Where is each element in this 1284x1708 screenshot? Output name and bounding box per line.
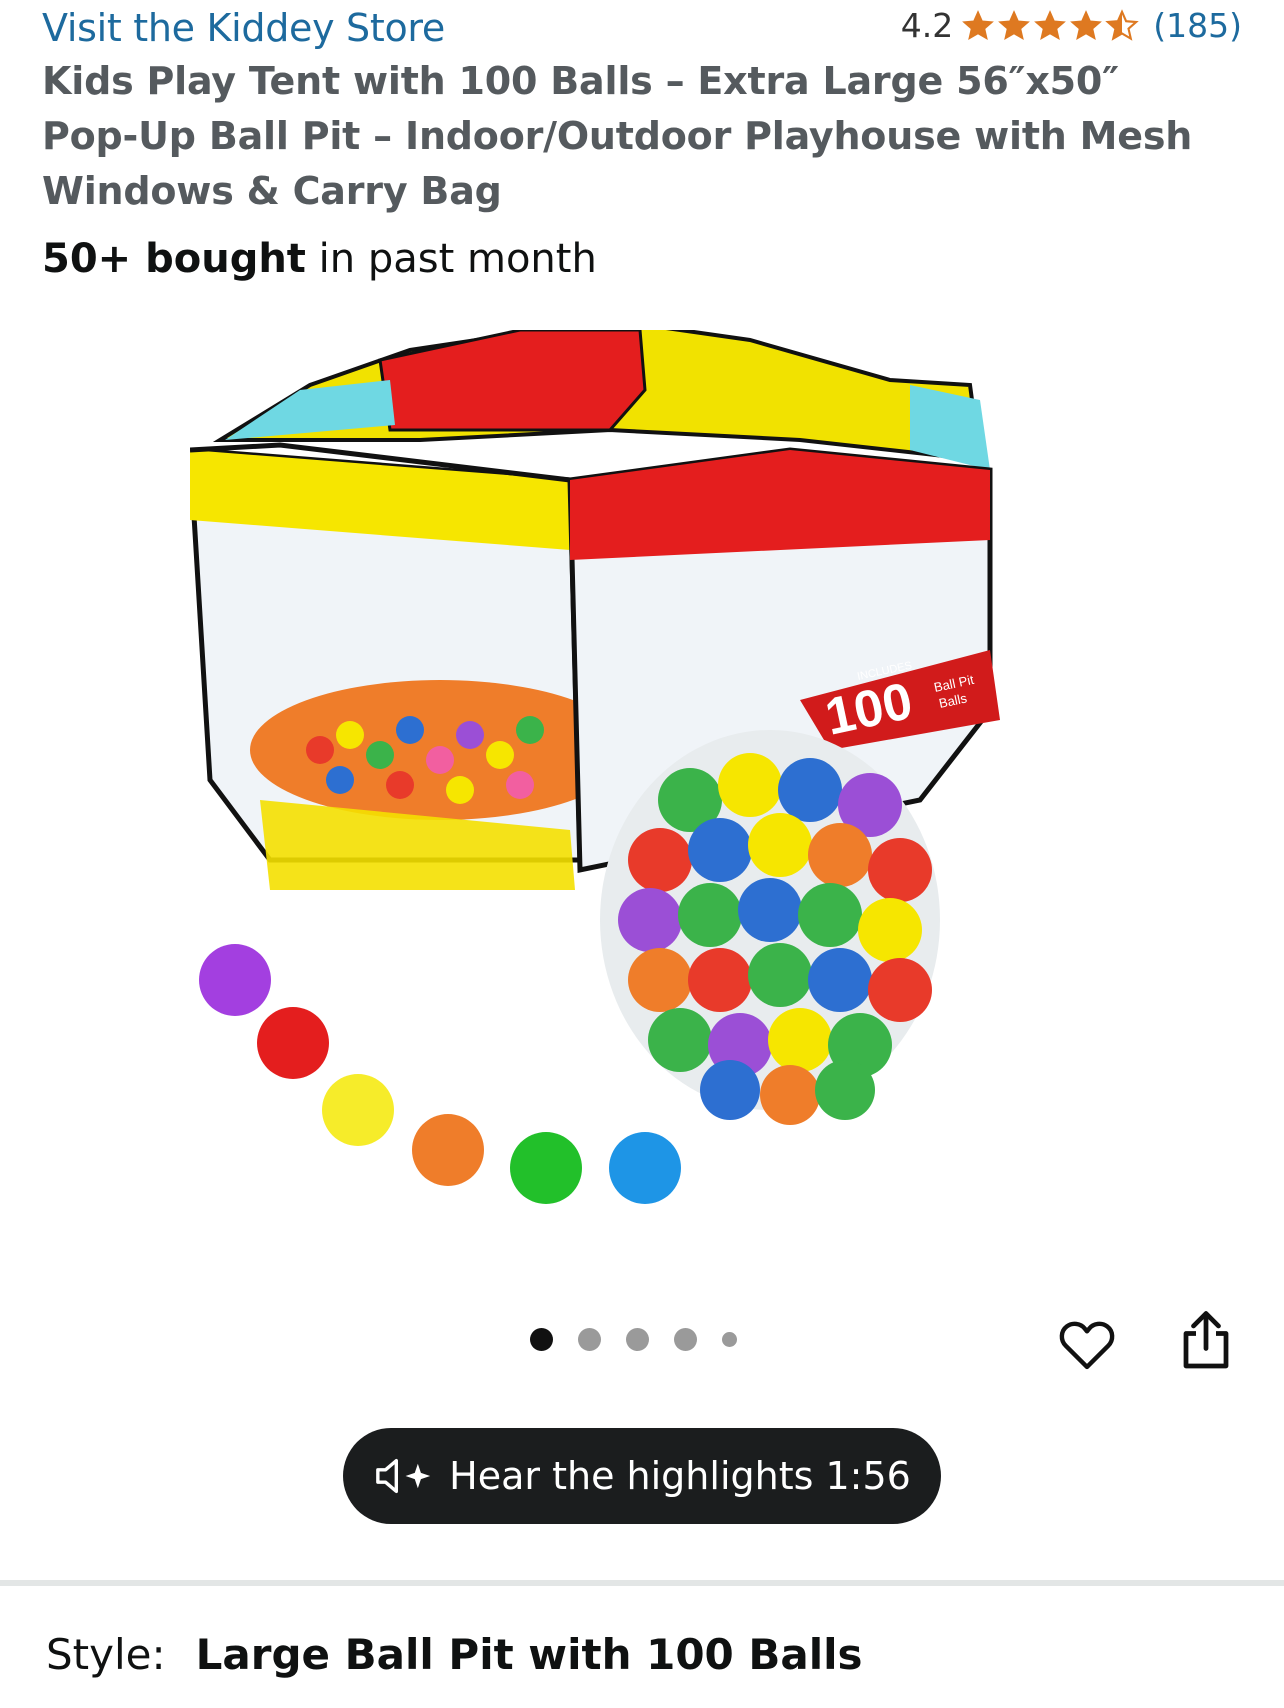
purchase-count-rest: in past month: [305, 236, 597, 282]
style-value: Large Ball Pit with 100 Balls: [195, 1630, 863, 1679]
favorite-button[interactable]: [1056, 1314, 1118, 1376]
purchase-count-bold: 50+ bought: [42, 236, 306, 282]
product-image[interactable]: INCLUDES 100 Ball Pit Balls: [190, 330, 1100, 1210]
rating-summary[interactable]: 4.2 (185): [901, 6, 1242, 45]
carousel-dot-1[interactable]: [530, 1328, 553, 1351]
rating-count-link[interactable]: (185): [1153, 6, 1242, 45]
carousel-dot-2[interactable]: [578, 1328, 601, 1351]
purchase-count: 50+ bought in past month: [42, 236, 597, 282]
hear-highlights-button[interactable]: Hear the highlights 1:56: [343, 1428, 941, 1524]
style-selector: Style: Large Ball Pit with 100 Balls: [46, 1630, 863, 1679]
store-rating-row: Visit the Kiddey Store 4.2 (185): [42, 4, 1242, 52]
star-icon: [998, 9, 1031, 40]
product-title: Kids Play Tent with 100 Balls – Extra La…: [42, 59, 1193, 213]
section-divider: [0, 1580, 1284, 1586]
carousel-dot-3[interactable]: [626, 1328, 649, 1351]
hear-highlights-label: Hear the highlights 1:56: [449, 1454, 911, 1498]
carousel-dot-4[interactable]: [674, 1328, 697, 1351]
star-rating: [961, 8, 1140, 43]
star-icon: [962, 9, 995, 40]
heart-icon: [1059, 1321, 1115, 1370]
star-icon: [1034, 9, 1067, 40]
half-star-icon: [1105, 8, 1140, 41]
rating-value: 4.2: [900, 6, 954, 45]
star-icon: [1070, 9, 1103, 40]
speaker-sparkle-icon: [376, 1458, 431, 1494]
image-carousel-dots[interactable]: [530, 1328, 737, 1351]
share-icon: [1183, 1311, 1229, 1369]
visit-store-link[interactable]: Visit the Kiddey Store: [42, 6, 445, 50]
carousel-dot-5[interactable]: [722, 1332, 737, 1347]
share-button[interactable]: [1176, 1308, 1236, 1374]
style-label: Style:: [46, 1630, 166, 1679]
